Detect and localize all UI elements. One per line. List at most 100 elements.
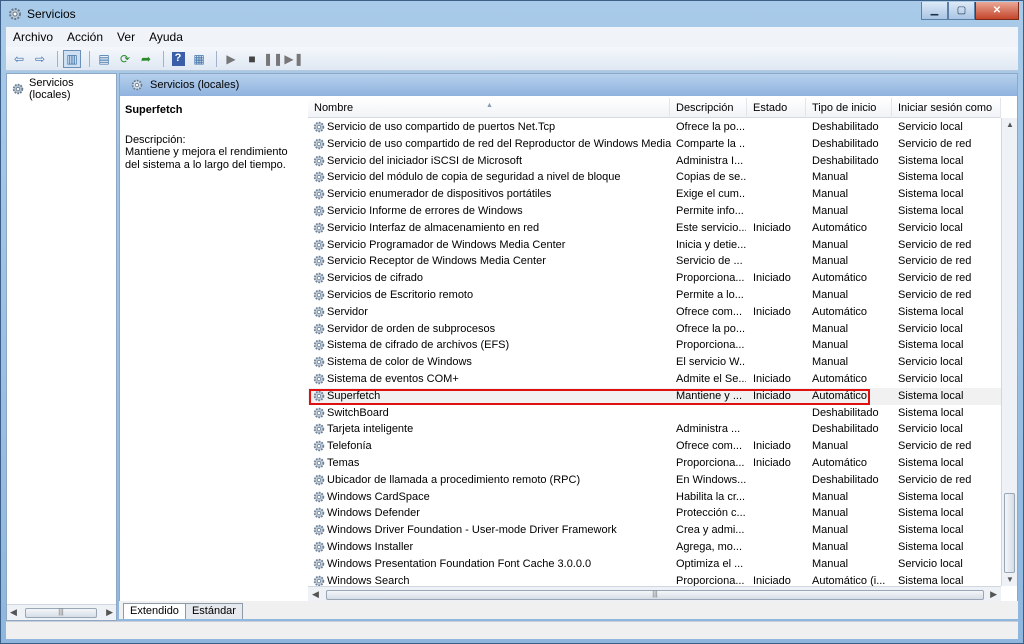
help-button[interactable]: ? — [169, 50, 187, 68]
column-header-name[interactable]: ▲ Nombre — [308, 98, 670, 118]
menu-archivo[interactable]: Archivo — [6, 30, 60, 44]
service-gear-icon — [312, 355, 326, 369]
tab-extendido[interactable]: Extendido — [123, 603, 186, 619]
tree-node-label: Servicios (locales) — [29, 77, 74, 101]
column-header-description[interactable]: Descripción — [670, 98, 747, 118]
scroll-left-icon[interactable]: ◀ — [312, 589, 319, 600]
service-startup-cell: Automático — [812, 389, 868, 402]
column-header-state-label: Estado — [753, 102, 788, 114]
service-name-cell: Servicio Interfaz de almacenamiento en r… — [327, 221, 540, 234]
tab-estandar[interactable]: Estándar — [184, 603, 243, 619]
table-row[interactable]: Servicio Informe de errores de Windows Pe… — [308, 203, 1001, 220]
menu-ver[interactable]: Ver — [110, 30, 142, 44]
table-row[interactable]: Tarjeta inteligente Administra ... Deshabi… — [308, 421, 1001, 438]
start-service-button[interactable]: ▶ — [222, 50, 240, 68]
tree-horizontal-scrollbar[interactable]: ◀ ||| ▶ — [7, 604, 116, 620]
scroll-thumb[interactable]: ||| — [326, 590, 984, 600]
table-row[interactable]: Superfetch Mantiene y ... Iniciado Automáti… — [308, 387, 1001, 405]
table-row[interactable]: Servicio del módulo de copia de segurida… — [308, 169, 1001, 186]
column-header-state[interactable]: Estado — [747, 98, 806, 118]
scroll-right-icon[interactable]: ▶ — [106, 607, 113, 618]
table-row[interactable]: Ubicador de llamada a procedimiento remo… — [308, 472, 1001, 489]
service-name-cell: Sistema de color de Windows — [327, 356, 472, 369]
export-list-button[interactable]: ➦ — [137, 50, 155, 68]
service-logon-cell: Servicio de red — [898, 137, 972, 150]
service-startup-cell: Manual — [812, 356, 849, 369]
pane-header-title: Servicios (locales) — [150, 79, 240, 91]
close-button[interactable]: ✕ — [975, 2, 1019, 20]
stop-service-button[interactable]: ■ — [243, 50, 261, 68]
restart-service-button[interactable]: ▶❚ — [284, 50, 303, 68]
scroll-right-icon[interactable]: ▶ — [990, 589, 997, 600]
table-row[interactable]: Servicio de uso compartido de puertos Ne… — [308, 119, 1001, 136]
menu-accion[interactable]: Acción — [60, 30, 110, 44]
table-row[interactable]: Telefonía Ofrece com... Iniciado Manual Serv… — [308, 438, 1001, 455]
forward-button[interactable]: ⇨ — [31, 50, 49, 68]
table-row[interactable]: Servicios de Escritorio remoto Permite a … — [308, 287, 1001, 304]
toolbar-separator — [89, 50, 90, 67]
scroll-thumb[interactable] — [1004, 493, 1015, 573]
service-name-cell: Temas — [327, 456, 360, 469]
refresh-icon: ⟳ — [119, 51, 131, 66]
menu-ayuda[interactable]: Ayuda — [142, 30, 190, 44]
table-row[interactable]: Windows Installer Agrega, mo... Manual Sist… — [308, 539, 1001, 556]
table-row[interactable]: Servicio de uso compartido de red del Re… — [308, 136, 1001, 153]
service-description-cell: Proporciona... — [676, 339, 745, 352]
refresh-button[interactable]: ⟳ — [116, 50, 134, 68]
column-header-description-label: Descripción — [676, 102, 734, 114]
table-row[interactable]: Windows Defender Protección c... Manual Sis… — [308, 505, 1001, 522]
table-row[interactable]: Temas Proporciona... Iniciado Automático Sis… — [308, 455, 1001, 472]
services-window: Servicios ▁ ▢ ✕ Archivo Acción Ver Ayuda… — [0, 0, 1024, 644]
service-name-cell: Servicio Programador de Windows Media Ce… — [327, 238, 566, 251]
table-row[interactable]: Servicios de cifrado Proporciona... Inicia… — [308, 270, 1001, 287]
show-hide-console-tree-button[interactable]: ▥ — [63, 49, 81, 68]
minimize-button[interactable]: ▁ — [921, 2, 948, 20]
table-row[interactable]: Servicio Interfaz de almacenamiento en r… — [308, 220, 1001, 237]
service-logon-cell: Servicio local — [898, 557, 963, 570]
service-description-cell: Admite el Se... — [676, 372, 746, 385]
table-row[interactable]: Windows Presentation Foundation Font Cac… — [308, 556, 1001, 573]
service-description-cell: Permite info... — [676, 204, 744, 217]
service-name-cell: Servidor — [327, 305, 368, 318]
table-row[interactable]: Windows Driver Foundation - User-mode Dr… — [308, 522, 1001, 539]
properties-button[interactable]: ▤ — [95, 50, 113, 68]
console-tree-icon: ▥ — [66, 51, 78, 66]
scroll-thumb[interactable]: ||| — [25, 608, 97, 618]
service-gear-icon — [312, 204, 326, 218]
service-startup-cell: Deshabilitado — [812, 423, 879, 436]
scroll-down-icon[interactable]: ▼ — [1006, 575, 1014, 584]
service-gear-icon — [312, 154, 326, 168]
table-row[interactable]: Servidor Ofrece com... Iniciado Automático S… — [308, 304, 1001, 321]
column-header-startup[interactable]: Tipo de inicio — [806, 98, 892, 118]
action-pane-button[interactable]: ▦ — [190, 50, 208, 68]
view-tabs: Extendido Estándar — [119, 601, 1018, 619]
title-bar[interactable]: Servicios ▁ ▢ ✕ — [1, 1, 1023, 27]
tree-node-services-local[interactable]: Servicios (locales) — [11, 77, 116, 101]
table-row[interactable]: Windows CardSpace Habilita la cr... Manual… — [308, 489, 1001, 506]
table-row[interactable]: Sistema de color de Windows El servicio W… — [308, 354, 1001, 371]
service-startup-cell: Manual — [812, 557, 849, 570]
maximize-button[interactable]: ▢ — [948, 2, 975, 20]
scroll-up-icon[interactable]: ▲ — [1006, 120, 1014, 129]
column-header-name-label: Nombre — [314, 102, 354, 114]
table-row[interactable]: Servicio Programador de Windows Media Ce… — [308, 237, 1001, 254]
service-name-cell: Servicio del iniciador iSCSI de Microsof… — [327, 154, 523, 167]
table-row[interactable]: Sistema de eventos COM+ Admite el Se... In… — [308, 371, 1001, 388]
table-row[interactable]: Sistema de cifrado de archivos (EFS) Prop… — [308, 337, 1001, 354]
service-description-cell: Permite a lo... — [676, 288, 744, 301]
service-startup-cell: Manual — [812, 288, 849, 301]
table-row[interactable]: Servicio enumerador de dispositivos port… — [308, 186, 1001, 203]
list-vertical-scrollbar[interactable]: ▲ ▼ — [1001, 118, 1017, 586]
pause-service-button[interactable]: ❚❚ — [263, 50, 283, 68]
table-row[interactable]: Servidor de orden de subprocesos Ofrece l… — [308, 321, 1001, 338]
service-logon-cell: Servicio local — [898, 356, 963, 369]
table-row[interactable]: SwitchBoard Deshabilitado Sistema local — [308, 405, 1001, 422]
table-row[interactable]: Servicio del iniciador iSCSI de Microsof… — [308, 153, 1001, 170]
column-header-logon[interactable]: Iniciar sesión como — [892, 98, 1001, 118]
list-horizontal-scrollbar[interactable]: ◀ ||| ▶ — [308, 586, 1001, 602]
scroll-left-icon[interactable]: ◀ — [10, 607, 17, 618]
table-row[interactable]: Servicio Receptor de Windows Media Cente… — [308, 253, 1001, 270]
minimize-icon: ▁ — [930, 5, 939, 16]
service-logon-cell: Sistema local — [898, 490, 964, 503]
back-button[interactable]: ⇦ — [10, 50, 28, 68]
